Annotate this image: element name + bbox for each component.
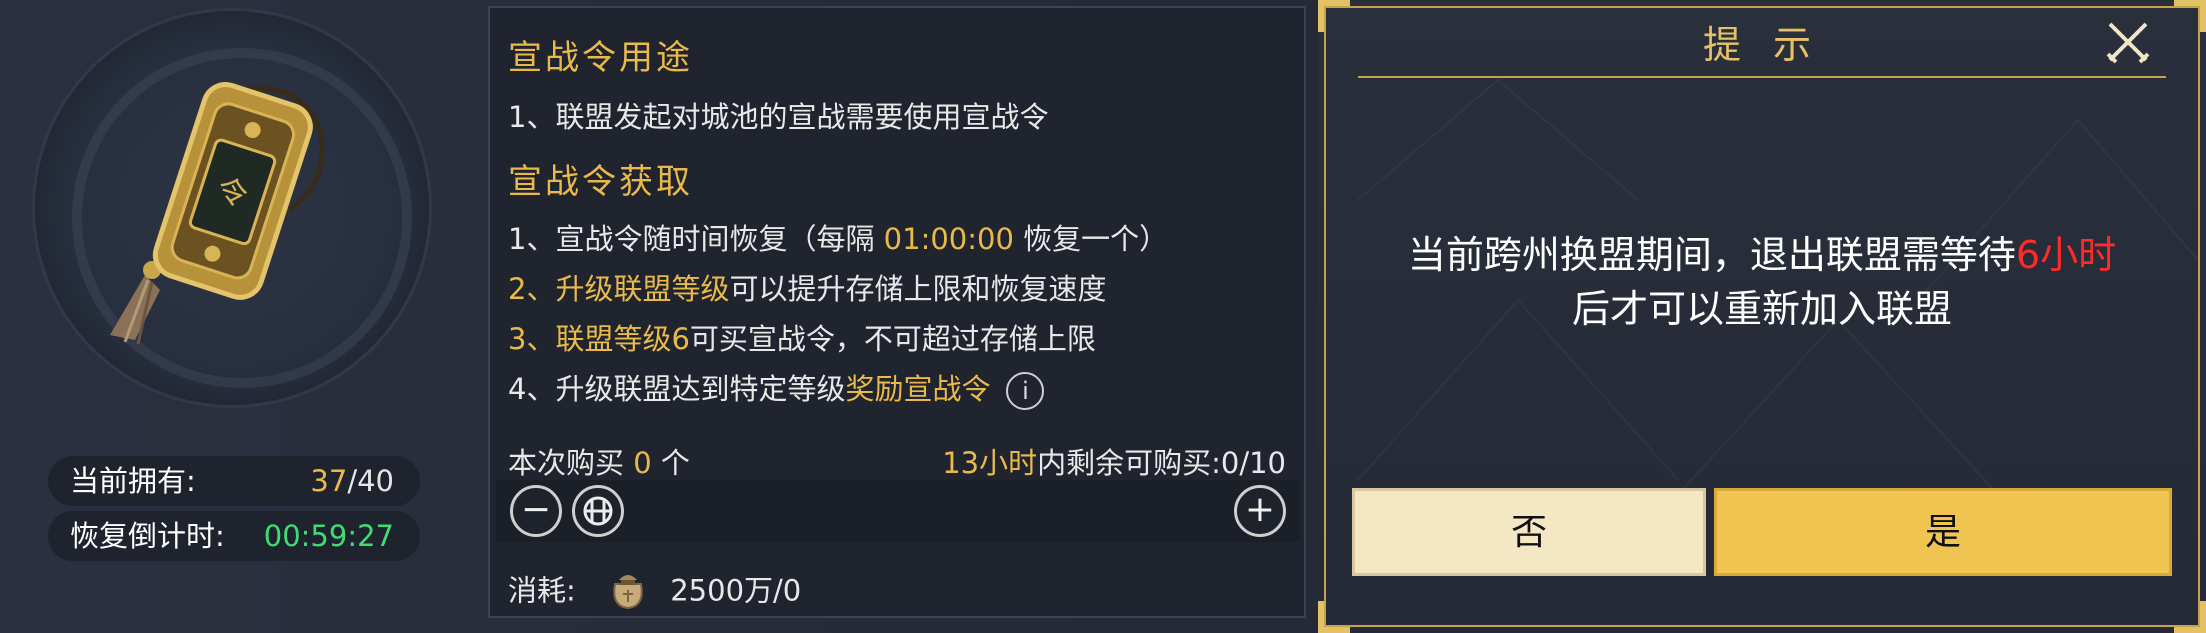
title-divider bbox=[1358, 76, 2166, 78]
dialog-message: 当前跨州换盟期间，退出联盟需等待6小时 后才可以重新加入联盟 bbox=[1407, 233, 2117, 331]
remaining-limit-text: 13小时内剩余可购买:0/10 bbox=[942, 446, 1286, 480]
minus-icon[interactable]: − bbox=[510, 485, 562, 537]
no-button[interactable]: 否 bbox=[1352, 488, 1706, 576]
usage-title: 宣战令用途 bbox=[508, 38, 693, 78]
cost-value: 2500万/0 bbox=[670, 573, 802, 608]
corner-ornament bbox=[2174, 601, 2206, 633]
close-crossed-swords-icon[interactable] bbox=[2104, 18, 2152, 66]
obtain-line-2: 2、升级联盟等级可以提升存储上限和恢复速度 bbox=[508, 272, 1107, 306]
yes-button[interactable]: 是 bbox=[1714, 488, 2172, 576]
owned-count-row: 当前拥有: 37/40 bbox=[48, 456, 420, 506]
cost-label: 消耗: bbox=[508, 573, 576, 608]
timer-value: 00:59:27 bbox=[263, 519, 394, 553]
token-item-icon: 令 bbox=[90, 60, 350, 360]
obtain-line-4: 4、升级联盟达到特定等级奖励宣战令 i bbox=[508, 366, 1045, 410]
war-token-info-panel: 宣战令用途 1、联盟发起对城池的宣战需要使用宣战令 宣战令获取 1、宣战令随时间… bbox=[488, 6, 1306, 618]
obtain-line-3: 3、联盟等级6可买宣战令，不可超过存储上限 bbox=[508, 322, 1096, 356]
cost-row: 消耗: 2500万/0 bbox=[508, 566, 801, 619]
obtain-line-1: 1、宣战令随时间恢复（每隔 01:00:00 恢复一个） bbox=[508, 222, 1169, 256]
max-icon[interactable] bbox=[572, 485, 624, 537]
quantity-stepper: − + bbox=[496, 480, 1300, 542]
owned-value: 37/40 bbox=[310, 464, 394, 498]
recovery-timer-row: 恢复倒计时: 00:59:27 bbox=[48, 511, 420, 561]
usage-line-1: 1、联盟发起对城池的宣战需要使用宣战令 bbox=[508, 100, 1049, 134]
this-purchase-text: 本次购买 0 个 bbox=[508, 446, 690, 480]
plus-icon[interactable]: + bbox=[1234, 485, 1286, 537]
info-icon[interactable]: i bbox=[1006, 372, 1045, 410]
owned-label: 当前拥有: bbox=[70, 464, 196, 498]
prompt-dialog: 提 示 当前跨州换盟期间，退出联盟需等待6小时 后才可以重新加入联盟 否 是 bbox=[1318, 0, 2206, 633]
corner-ornament bbox=[1318, 601, 1350, 633]
money-bag-icon bbox=[605, 566, 651, 619]
obtain-title: 宣战令获取 bbox=[508, 162, 693, 202]
dialog-title: 提 示 bbox=[1702, 23, 1822, 67]
timer-label: 恢复倒计时: bbox=[70, 519, 225, 553]
